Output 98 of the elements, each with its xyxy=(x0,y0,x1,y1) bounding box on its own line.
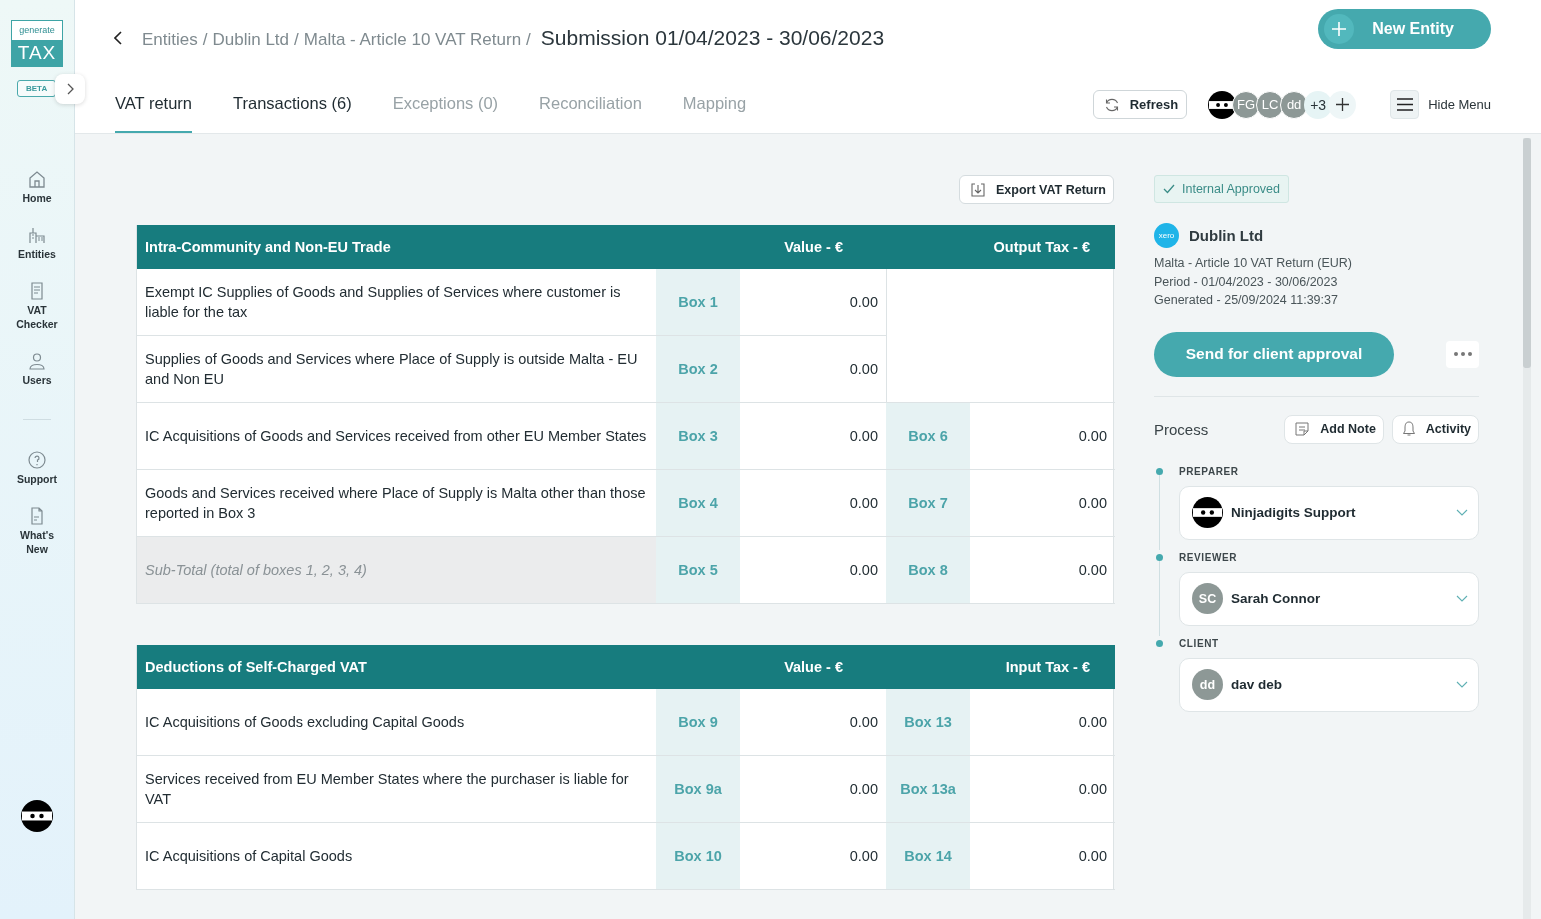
help-icon xyxy=(27,450,47,470)
chevron-down-icon xyxy=(1456,681,1468,688)
column-header: Output Tax - € xyxy=(886,225,1115,269)
box-number: Box 6 xyxy=(886,403,970,470)
scrollbar-thumb[interactable] xyxy=(1523,138,1531,368)
expand-button[interactable] xyxy=(55,74,85,104)
user-avatar: dd xyxy=(1192,669,1223,700)
more-icon xyxy=(1453,352,1472,356)
nav-link[interactable]: Support xyxy=(11,472,63,486)
chevron-down-icon xyxy=(1456,595,1468,602)
table-cell: 0.00 xyxy=(970,470,1115,537)
step-dot xyxy=(1155,553,1163,561)
assignee-dropdown[interactable]: SC Sarah Connor xyxy=(1179,571,1479,626)
beta-badge: BETA xyxy=(17,80,57,97)
table-cell: 0.00 xyxy=(740,269,886,336)
plus-icon xyxy=(1332,22,1347,36)
scrollbar[interactable] xyxy=(1523,138,1531,919)
table-heading: Intra-Community and Non-EU Trade xyxy=(137,225,740,269)
box-number: Box 10 xyxy=(656,823,740,890)
box-number: Box 4 xyxy=(656,470,740,537)
box-number: Box 5 xyxy=(656,537,740,604)
box-number: Box 9a xyxy=(656,756,740,823)
table-cell: 0.00 xyxy=(970,689,1115,756)
entity-name: Dublin Ltd xyxy=(1189,227,1264,244)
add-user-button[interactable] xyxy=(1328,90,1357,119)
menu-icon xyxy=(1396,98,1413,111)
buildings-icon xyxy=(27,225,47,245)
assignee-name: Sarah Connor xyxy=(1231,591,1321,606)
box-number: Box 7 xyxy=(886,470,970,537)
status-label: Internal Approved xyxy=(1182,182,1280,196)
box-number: Box 1 xyxy=(656,269,740,336)
breadcrumb-link[interactable]: Dublin Ltd xyxy=(212,30,290,50)
note-icon xyxy=(1294,421,1311,437)
step-dot xyxy=(1155,639,1163,647)
page-title: Submission 01/04/2023 - 30/06/2023 xyxy=(540,26,885,50)
row-label: Sub-Total (total of boxes 1, 2, 3, 4) xyxy=(137,537,656,604)
chevron-left-icon xyxy=(114,31,122,45)
ninja-avatar-icon xyxy=(1208,90,1237,119)
logo-text: TAX xyxy=(12,40,62,66)
assignee-name: dav deb xyxy=(1231,677,1282,692)
entity-detail: Generated - 25/09/2024 11:39:37 xyxy=(1154,292,1339,309)
user-icon xyxy=(27,351,47,371)
home-icon xyxy=(27,169,47,189)
table-cell: 0.00 xyxy=(970,823,1115,890)
role-label: CLIENT xyxy=(1179,636,1220,651)
table-cell: 0.00 xyxy=(970,756,1115,823)
table-cell: 0.00 xyxy=(970,403,1115,470)
activity-button[interactable]: Activity xyxy=(1391,414,1479,444)
user-avatar-icon xyxy=(21,800,53,832)
table-cell: 0.00 xyxy=(970,537,1115,604)
user-avatar: SC xyxy=(1192,583,1223,614)
refresh-icon xyxy=(1103,96,1120,113)
export-button[interactable]: Export VAT Return xyxy=(959,175,1114,204)
box-number: Box 3 xyxy=(656,403,740,470)
box-number: Box 13 xyxy=(886,689,970,756)
hide-menu-button[interactable]: Hide Menu xyxy=(1390,90,1491,119)
box-number: Box 14 xyxy=(886,823,970,890)
section-title: Process xyxy=(1154,420,1209,438)
column-header: Input Tax - € xyxy=(886,645,1115,689)
breadcrumb-separator: / xyxy=(526,30,531,50)
refresh-button[interactable]: Refresh xyxy=(1092,90,1188,119)
logo-text: generate xyxy=(12,21,62,40)
table-cell: 0.00 xyxy=(740,336,886,403)
plus-icon xyxy=(1335,98,1349,111)
box-number: Box 9 xyxy=(656,689,740,756)
column-header: Value - € xyxy=(740,645,886,689)
nav-link[interactable]: Entities xyxy=(11,247,63,261)
more-button[interactable] xyxy=(1446,340,1479,368)
bell-icon xyxy=(1401,421,1416,437)
nav-link[interactable]: Users xyxy=(11,373,63,387)
step-dot xyxy=(1155,467,1163,475)
check-icon xyxy=(1163,184,1175,194)
assignee-dropdown[interactable]: dd dav deb xyxy=(1179,657,1479,712)
role-label: REVIEWER xyxy=(1179,550,1239,565)
breadcrumb-link[interactable]: Malta - Article 10 VAT Return xyxy=(303,30,522,50)
box-number: Box 2 xyxy=(656,336,740,403)
box-number: Box 13a xyxy=(886,756,970,823)
ninja-avatar-icon xyxy=(1192,497,1223,528)
tab[interactable]: Transactions (6) xyxy=(233,76,352,133)
assignee-name: Ninjadigits Support xyxy=(1231,505,1356,520)
nav-link[interactable]: What's New xyxy=(11,528,63,556)
breadcrumb-link[interactable]: Entities xyxy=(142,30,198,50)
nav-link[interactable]: VAT Checker xyxy=(11,303,63,331)
role-label: PREPARER xyxy=(1179,464,1240,479)
chevron-right-icon xyxy=(66,83,74,95)
box-number: Box 8 xyxy=(886,537,970,604)
entity-detail: Malta - Article 10 VAT Return (EUR) xyxy=(1154,255,1353,272)
table-heading: Deductions of Self-Charged VAT xyxy=(137,645,740,689)
download-icon xyxy=(970,181,987,198)
breadcrumb-separator: / xyxy=(294,30,299,50)
entity-detail: Period - 01/04/2023 - 30/06/2023 xyxy=(1154,273,1339,291)
breadcrumb-separator: / xyxy=(202,30,208,50)
logo-icon: xero xyxy=(1154,223,1179,248)
assignee-dropdown[interactable]: Ninjadigits Support xyxy=(1179,485,1479,540)
add-note-button[interactable]: Add Note xyxy=(1284,414,1384,444)
chevron-down-icon xyxy=(1456,509,1468,516)
nav-link[interactable]: Home xyxy=(11,191,63,205)
column-header: Value - € xyxy=(740,225,886,269)
